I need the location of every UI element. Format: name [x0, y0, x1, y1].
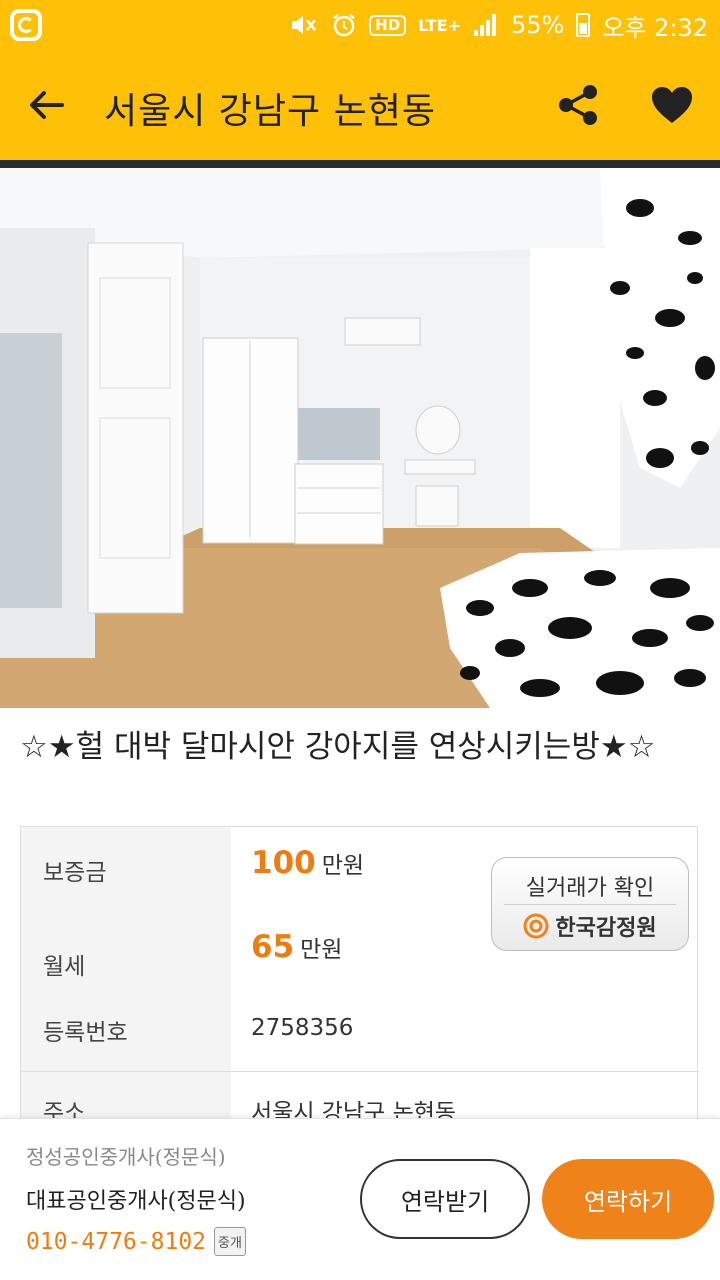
share-icon: [559, 85, 597, 125]
verify-agency-name: 한국감정원: [555, 916, 657, 941]
mute-icon: [289, 12, 319, 38]
share-button[interactable]: [550, 77, 606, 133]
deposit-label: 보증금: [43, 860, 107, 886]
phone-row: 010-4776-8102 중개: [26, 1227, 246, 1256]
appraisal-logo-icon: [523, 913, 549, 939]
registration-number: 2758356: [251, 1015, 354, 1041]
registration-label: 등록번호: [43, 1020, 128, 1046]
room-photo[interactable]: [0, 168, 720, 708]
deposit-amount: 100: [251, 845, 316, 881]
deposit-value-row: 100 만원: [251, 845, 364, 881]
back-button[interactable]: [18, 77, 74, 133]
monthly-rent-value-row: 65 만원: [251, 929, 342, 965]
arrow-back-icon: [30, 91, 64, 119]
deposit-unit: 만원: [321, 853, 365, 879]
favorite-button[interactable]: [644, 77, 700, 133]
clock: 오후 2:32: [602, 13, 708, 42]
agency-name: 정성공인중개사(정문식): [26, 1145, 226, 1169]
monthly-rent-amount: 65: [251, 929, 295, 965]
status-icons: HD LTE+ 55% 오후 2:32: [289, 8, 708, 42]
app-bar: 서울시 강남구 논현동: [0, 50, 720, 160]
alarm-icon: [331, 12, 357, 38]
broker-tag: 중개: [214, 1227, 246, 1256]
listing-info-table: 보증금 100 만원 월세 65 만원 등록번호 2758356 주소 서울시 강남…: [20, 826, 699, 1126]
phone-number[interactable]: 010-4776-8102: [26, 1229, 206, 1255]
verify-agency-row: 한국감정원: [492, 910, 688, 942]
hd-voice-icon: HD: [369, 14, 407, 36]
status-bar: HD LTE+ 55% 오후 2:32: [0, 0, 720, 50]
page-title: 서울시 강남구 논현동: [104, 91, 436, 132]
listing-title: ☆★헐 대박 달마시안 강아지를 연상시키는방★☆: [20, 729, 656, 765]
header-divider: [0, 160, 720, 168]
verify-divider: [504, 904, 676, 905]
price-verify-button[interactable]: 실거래가 확인 한국감정원: [491, 857, 689, 951]
network-type: LTE+: [418, 15, 461, 35]
app-logo-icon: [10, 9, 42, 41]
monthly-rent-unit: 만원: [300, 937, 343, 963]
signal-icon: [473, 13, 499, 37]
heart-icon: [652, 87, 692, 123]
monthly-rent-label: 월세: [43, 954, 86, 980]
receive-contact-button[interactable]: 연락받기: [360, 1159, 530, 1239]
verify-label: 실거래가 확인: [525, 876, 655, 901]
battery-icon: [576, 13, 591, 37]
contact-bar: 정성공인중개사(정문식) 대표공인중개사(정문식) 010-4776-8102 …: [0, 1118, 720, 1280]
contact-button[interactable]: 연락하기: [542, 1159, 714, 1239]
table-divider: [21, 1071, 699, 1072]
representative-name: 대표공인중개사(정문식): [26, 1189, 246, 1214]
battery-percent: 55%: [510, 11, 565, 39]
